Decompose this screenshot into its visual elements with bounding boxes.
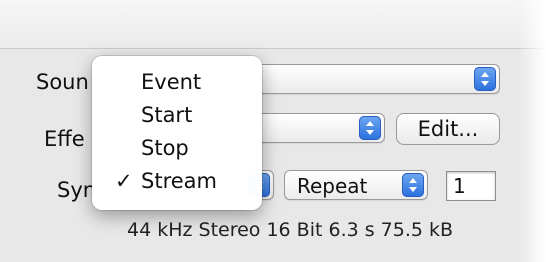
edge-fade — [518, 0, 546, 262]
repeat-select-value: Repeat — [297, 174, 368, 198]
menu-item-label: Stream — [141, 169, 217, 193]
sync-label: Syn — [57, 178, 97, 202]
edit-button[interactable]: Edit... — [396, 113, 500, 145]
title-strip — [0, 0, 546, 49]
sound-select-stepper-icon — [474, 67, 496, 91]
menu-item-start[interactable]: Start — [92, 101, 262, 133]
menu-item-label: Start — [141, 103, 193, 127]
menu-item-stop[interactable]: Stop — [92, 134, 262, 166]
effect-select-stepper-icon — [359, 116, 381, 140]
sound-label: Soun — [36, 70, 89, 94]
repeat-count-field[interactable]: 1 — [446, 171, 496, 201]
effect-label: Effe — [44, 127, 85, 151]
sync-popup-menu: Event Start Stop ✓ Stream — [92, 56, 262, 210]
menu-item-event[interactable]: Event — [92, 68, 262, 100]
menu-item-stream[interactable]: ✓ Stream — [92, 167, 262, 199]
repeat-select[interactable]: Repeat — [284, 170, 428, 200]
menu-item-label: Stop — [141, 136, 189, 160]
sound-select[interactable] — [222, 64, 500, 94]
sound-properties-panel: Soun Effe Edit... Syn Repeat 1 44 kHz St… — [0, 0, 546, 262]
menu-item-label: Event — [141, 70, 202, 94]
checkmark-icon: ✓ — [115, 169, 133, 193]
sound-info-text: 44 kHz Stereo 16 Bit 6.3 s 75.5 kB — [127, 219, 454, 241]
repeat-select-stepper-icon — [402, 173, 424, 197]
